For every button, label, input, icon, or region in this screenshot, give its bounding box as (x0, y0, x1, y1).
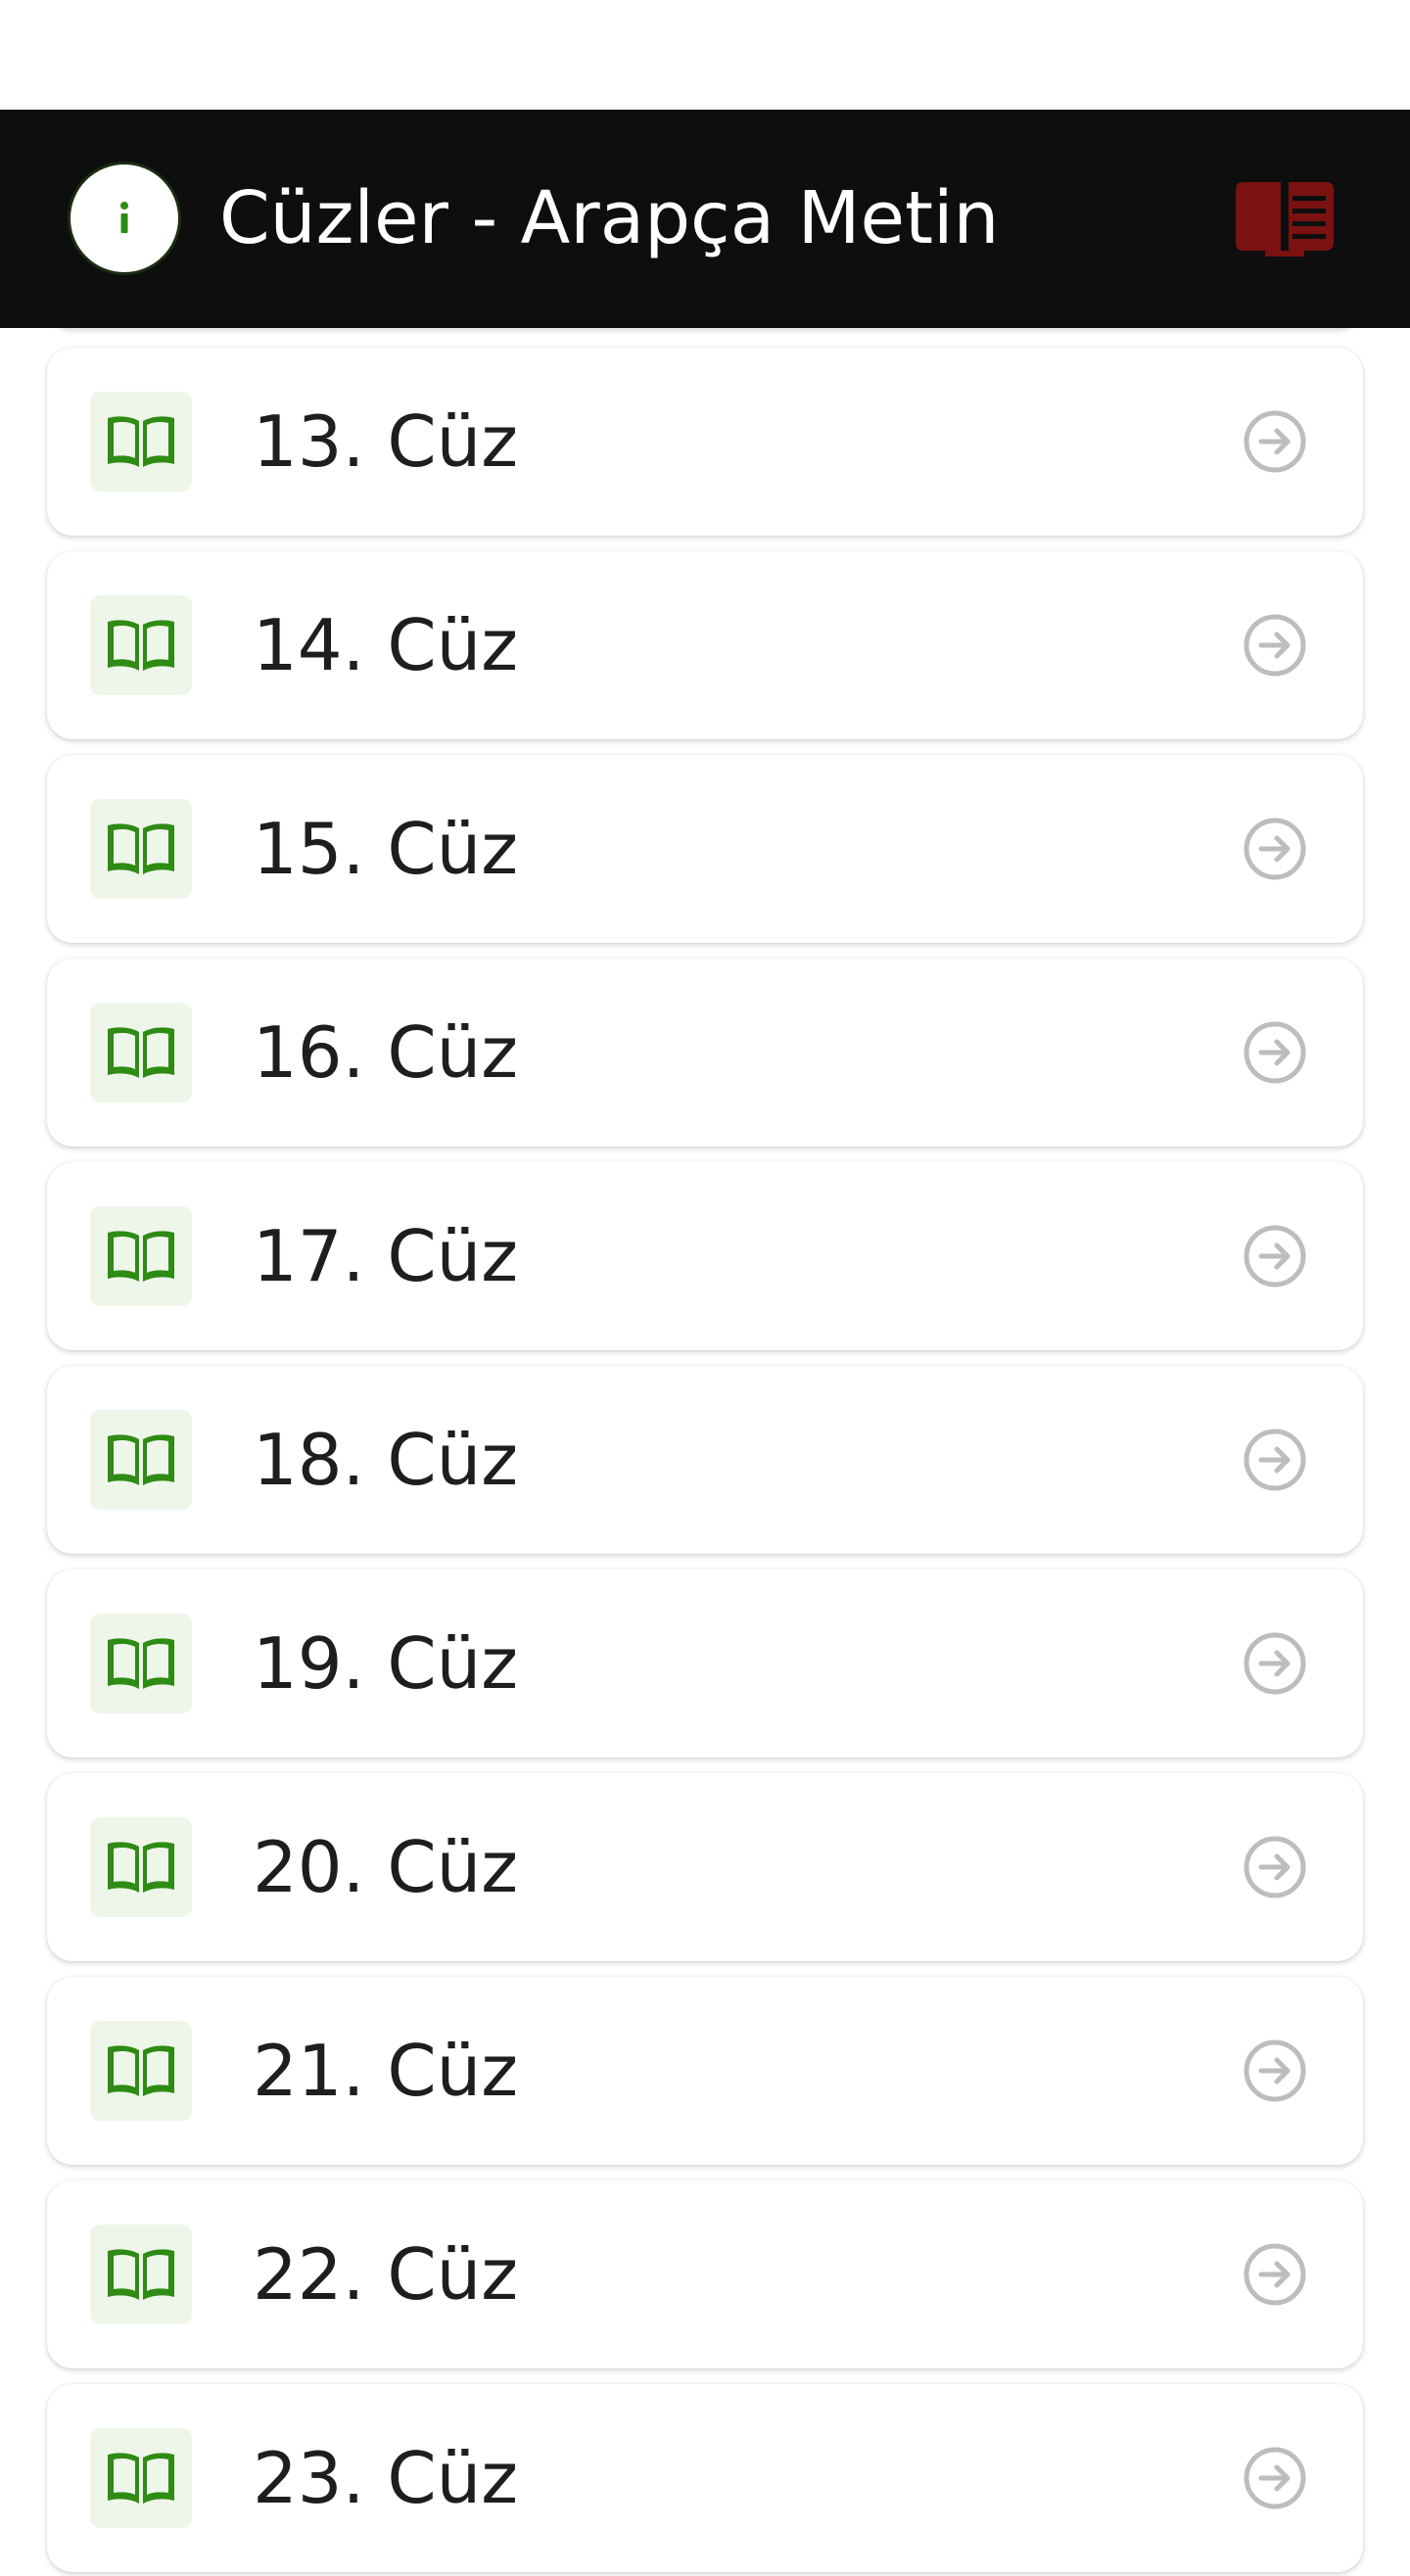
book-icon-box (90, 1410, 192, 1510)
list-item[interactable]: 19. Cüz (47, 1569, 1363, 1757)
arrow-right-circle-icon[interactable] (1243, 613, 1307, 678)
book-reader-icon (1236, 182, 1334, 257)
arrow-right-circle-icon[interactable] (1243, 1020, 1307, 1085)
list-item-label: 20. Cüz (253, 1826, 519, 1908)
book-icon-box (90, 2021, 192, 2121)
open-book-icon (108, 823, 174, 874)
list-item-label: 18. Cüz (253, 1419, 519, 1501)
book-icon-box (90, 392, 192, 492)
open-book-icon (108, 1842, 174, 1893)
open-book-icon (108, 1027, 174, 1078)
arrow-right-circle-icon[interactable] (1243, 817, 1307, 881)
list-item[interactable]: 18. Cüz (47, 1366, 1363, 1554)
list-item-label: 16. Cüz (253, 1011, 519, 1094)
page-title: Cüzler - Arapça Metin (219, 176, 1000, 260)
book-icon-box (90, 2225, 192, 2324)
book-icon-box (90, 1003, 192, 1102)
list-item[interactable]: 21. Cüz (47, 1977, 1363, 2165)
arrow-right-circle-icon[interactable] (1243, 1835, 1307, 1899)
arrow-right-circle-icon[interactable] (1243, 409, 1307, 474)
app-bar: Cüzler - Arapça Metin (0, 110, 1410, 328)
open-book-icon (108, 620, 174, 671)
list-item[interactable]: 15. Cüz (47, 755, 1363, 943)
list-item-label: 17. Cüz (253, 1215, 519, 1297)
list-item-label: 13. Cüz (253, 400, 519, 483)
open-book-icon (108, 2453, 174, 2504)
book-icon-box (90, 595, 192, 695)
arrow-right-circle-icon[interactable] (1243, 1428, 1307, 1492)
arrow-right-circle-icon[interactable] (1243, 2446, 1307, 2510)
juz-list: 13. Cüz 14. Cüz 15. Cüz 16. Cüz 17. Cüz 18. C… (0, 328, 1410, 2576)
list-item[interactable]: 13. Cüz (47, 348, 1363, 536)
arrow-right-circle-icon[interactable] (1243, 2242, 1307, 2307)
book-icon-box (90, 1817, 192, 1917)
book-icon-box (90, 1614, 192, 1713)
status-bar (0, 0, 1410, 110)
open-book-icon (108, 1434, 174, 1485)
book-button[interactable] (1236, 182, 1334, 257)
arrow-right-circle-icon[interactable] (1243, 1224, 1307, 1288)
list-item-label: 21. Cüz (253, 2030, 519, 2112)
list-item[interactable]: 17. Cüz (47, 1162, 1363, 1350)
book-icon-box (90, 1206, 192, 1306)
list-item-label: 22. Cüz (253, 2233, 519, 2316)
open-book-icon (108, 2045, 174, 2096)
list-item-label: 19. Cüz (253, 1622, 519, 1705)
list-item[interactable]: 20. Cüz (47, 1773, 1363, 1961)
open-book-icon (108, 416, 174, 467)
book-icon-box (90, 2428, 192, 2528)
list-item[interactable]: 14. Cüz (47, 551, 1363, 739)
list-item-label: 14. Cüz (253, 604, 519, 686)
list-item-label: 23. Cüz (253, 2437, 519, 2519)
list-item[interactable]: 16. Cüz (47, 959, 1363, 1147)
book-icon-box (90, 799, 192, 899)
list-item[interactable]: 23. Cüz (47, 2384, 1363, 2572)
info-button[interactable] (68, 162, 181, 275)
list-item-label: 15. Cüz (253, 808, 519, 890)
info-icon (120, 202, 128, 233)
arrow-right-circle-icon[interactable] (1243, 1631, 1307, 1696)
open-book-icon (108, 1231, 174, 1282)
open-book-icon (108, 2249, 174, 2300)
list-item[interactable]: 22. Cüz (47, 2180, 1363, 2368)
arrow-right-circle-icon[interactable] (1243, 2038, 1307, 2103)
open-book-icon (108, 1638, 174, 1689)
